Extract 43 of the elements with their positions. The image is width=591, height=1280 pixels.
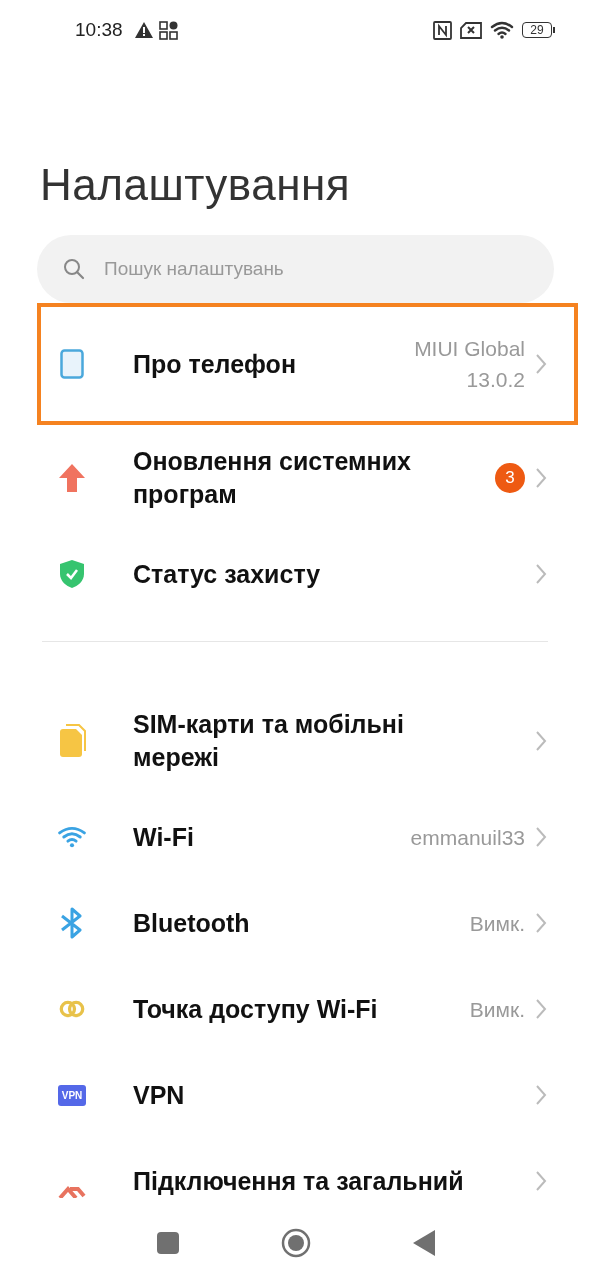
count-badge: 3 [495,463,525,493]
setting-value: Вимк. [469,910,525,937]
apps-icon [158,20,178,40]
recents-button[interactable] [156,1231,179,1254]
back-button[interactable] [412,1229,435,1256]
chevron-right-icon [535,1084,547,1106]
home-button[interactable] [280,1227,311,1258]
connection-icon [58,1186,86,1198]
chevron-right-icon [535,467,547,489]
chevron-right-icon [535,998,547,1020]
arrow-up-icon [58,463,86,493]
no-sim-icon [460,21,482,39]
chevron-right-icon [535,563,547,585]
sim-card-icon [58,724,86,758]
battery-level: 29 [522,22,552,38]
wifi-icon [58,824,86,850]
settings-item[interactable]: Точка доступу Wi-Fi Вимк. [37,966,578,1052]
settings-item[interactable]: Підключення та загальний [37,1138,578,1215]
warning-icon [134,22,153,38]
settings-item[interactable]: Wi-Fi emmanuil33 [37,794,578,880]
shield-icon [59,559,85,589]
settings-item[interactable]: Bluetooth Вимк. [37,880,578,966]
page-title: Налаштування [40,160,352,210]
settings-item[interactable]: Про телефон MIUI Global 13.0.2 [37,303,578,425]
chevron-right-icon [535,353,547,375]
chevron-right-icon [535,1170,547,1192]
vpn-icon: VPN [57,1084,87,1106]
settings-item[interactable]: SIM-карти та мобільні мережі [37,688,578,794]
search-icon [63,258,85,280]
phone-icon [60,349,84,379]
chevron-right-icon [535,912,547,934]
settings-item[interactable]: Статус захисту [37,531,578,617]
settings-item[interactable]: Оновлення системних програм 3 [37,425,578,531]
chevron-right-icon [535,730,547,752]
wifi-signal-icon [490,21,514,39]
setting-value: emmanuil33 [410,824,525,851]
chevron-right-icon [535,826,547,848]
nfc-icon [433,20,452,40]
setting-value: MIUI Global 13.0.2 [413,336,525,393]
settings-item[interactable]: VPN VPN [37,1052,578,1138]
setting-value: Вимк. [469,996,525,1023]
clock: 10:38 [75,19,123,41]
search-field[interactable]: Пошук налаштувань [37,235,554,303]
